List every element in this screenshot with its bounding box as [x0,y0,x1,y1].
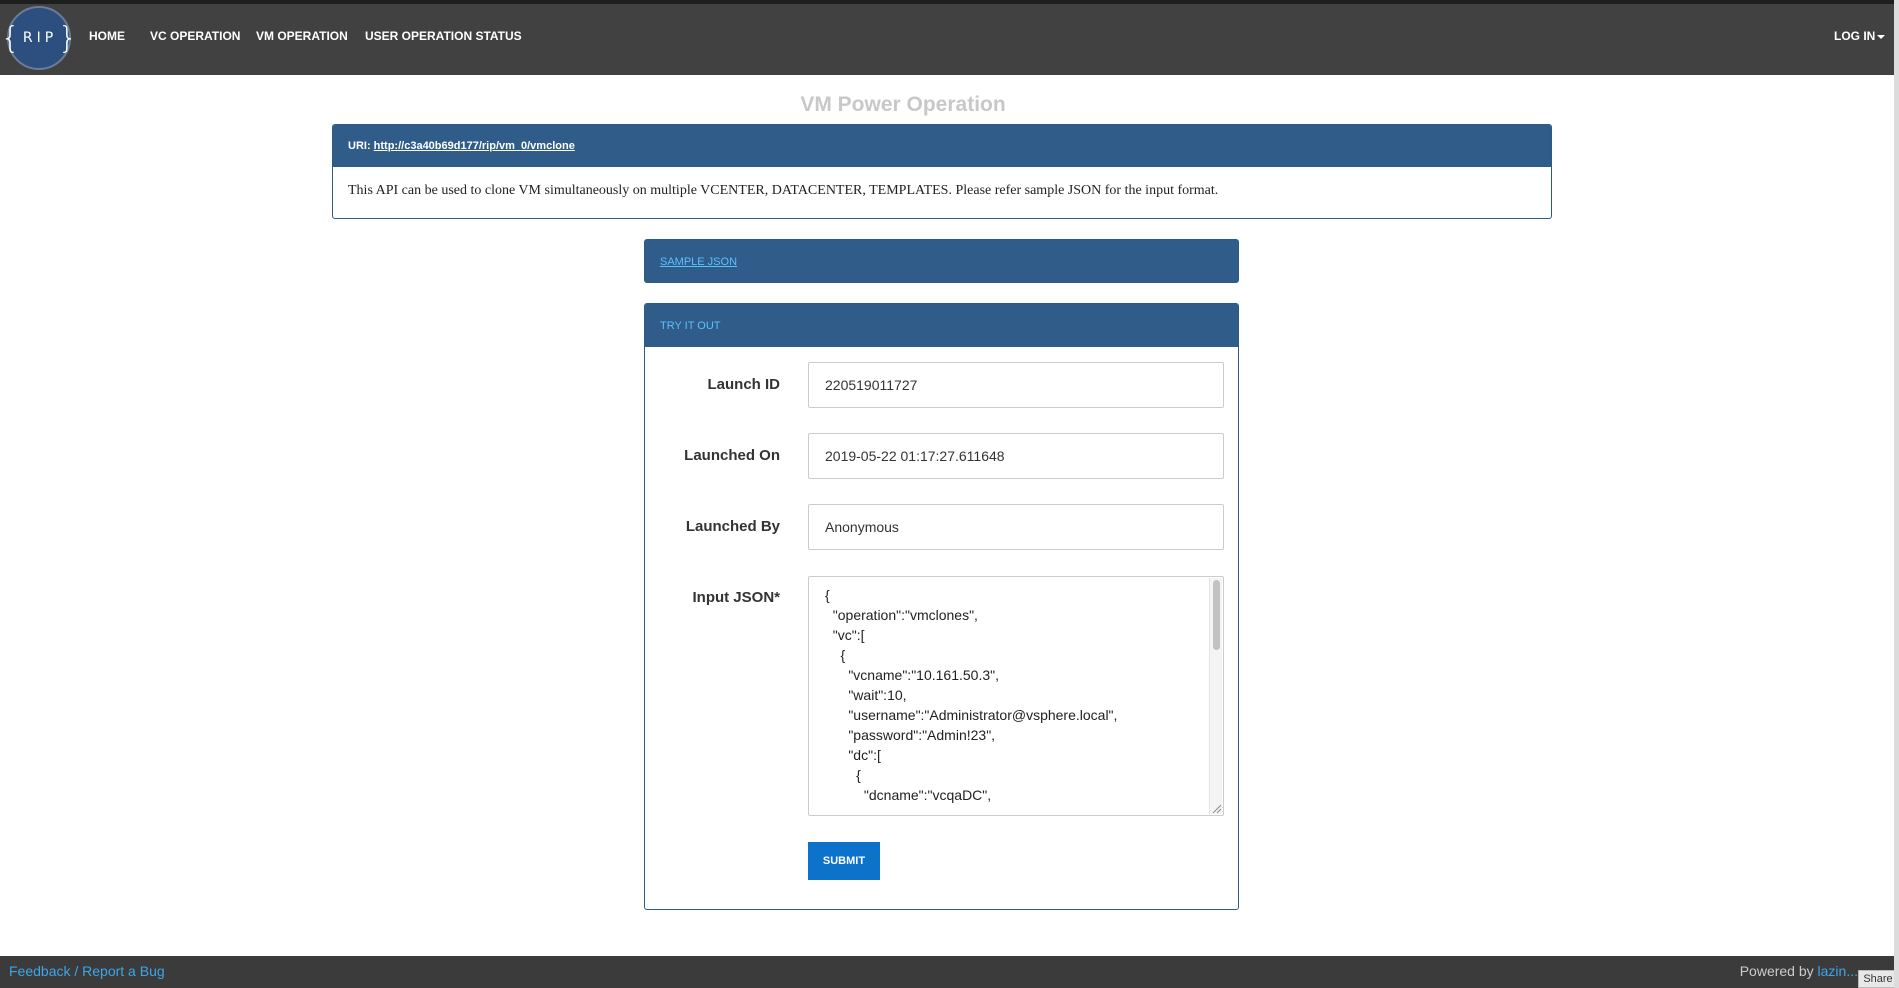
powered-by-link[interactable]: lazin... [1818,963,1858,979]
try-it-out-header[interactable]: TRY IT OUT [645,304,1238,347]
submit-button[interactable]: SUBMIT [808,842,880,880]
launched-on-field[interactable] [808,433,1224,479]
navbar: { RIP } HOME VC OPERATION VM OPERATION U… [0,4,1899,75]
uri-link[interactable]: http://c3a40b69d177/rip/vm_0/vmclone [374,140,575,152]
feedback-link[interactable]: Feedback / Report a Bug [9,963,165,979]
launch-id-label: Launch ID [707,376,780,393]
page-scrollbar[interactable] [1894,0,1899,988]
footer: Feedback / Report a Bug Powered by lazin… [0,956,1899,988]
sample-json-link[interactable]: SAMPLE JSON [660,256,737,268]
textarea-scroll-thumb[interactable] [1213,580,1220,650]
rip-logo[interactable]: { RIP } [1,6,77,70]
logo-brace-left: { [0,20,20,56]
logo-text: RIP [22,30,58,46]
nav-vm-operation[interactable]: VM OPERATION [256,29,348,43]
uri-label: URI: [348,140,371,152]
try-it-out-panel: TRY IT OUT Launch ID Launched On Launche… [644,303,1239,910]
powered-by: Powered by lazin... [1740,963,1858,979]
powered-by-label: Powered by [1739,963,1814,979]
sample-json-panel: SAMPLE JSON [644,239,1239,283]
uri-header: URI: http://c3a40b69d177/rip/vm_0/vmclon… [333,125,1551,167]
uri-panel: URI: http://c3a40b69d177/rip/vm_0/vmclon… [332,124,1552,219]
launched-on-label: Launched On [684,447,780,464]
textarea-scrollbar[interactable] [1209,578,1222,814]
launched-by-field[interactable] [808,504,1224,550]
input-json-label: Input JSON* [692,589,780,606]
resize-grip-icon[interactable] [1210,802,1222,814]
launched-by-label: Launched By [685,518,780,535]
login-dropdown[interactable]: LOG IN [1834,29,1886,43]
logo-brace-right: } [58,20,78,56]
page-title: VM Power Operation [800,93,1006,116]
input-json-textarea[interactable]: { "operation":"vmclones", "vc":[ { "vcna… [808,576,1224,816]
share-button[interactable]: Share [1858,970,1898,988]
caret-down-icon [1877,34,1886,39]
launch-id-field[interactable] [808,362,1224,408]
nav-user-operation-status[interactable]: USER OPERATION STATUS [365,29,522,43]
api-description: This API can be used to clone VM simulta… [348,183,1219,198]
nav-vc-operation[interactable]: VC OPERATION [150,29,240,43]
login-label: LOG IN [1834,29,1876,43]
nav-home[interactable]: HOME [89,29,125,43]
